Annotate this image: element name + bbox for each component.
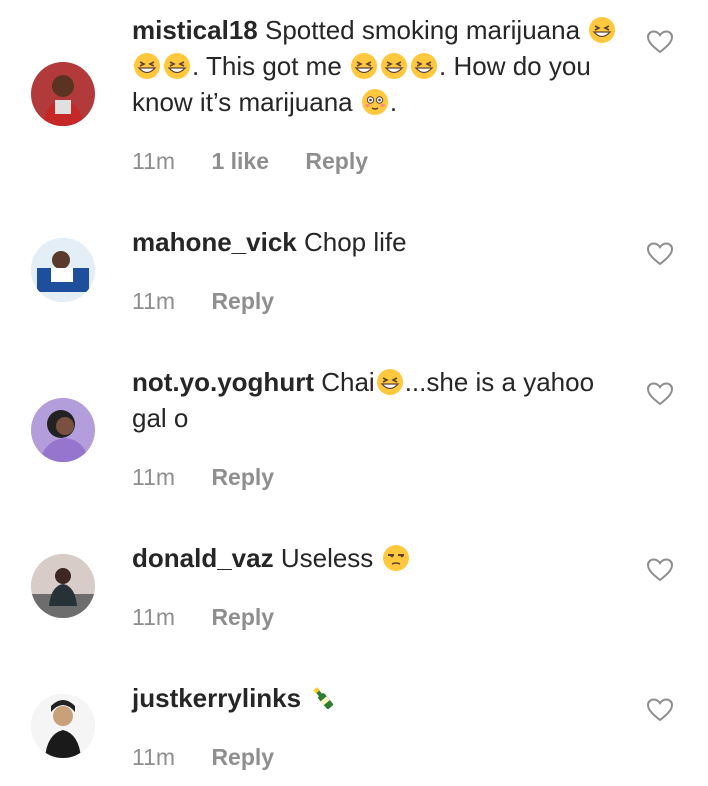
comment-time: 11m bbox=[132, 604, 176, 630]
comment-text: donald_vaz Useless bbox=[132, 540, 632, 576]
flushed-face-icon bbox=[361, 88, 389, 116]
comment-time: 11m bbox=[132, 744, 176, 770]
reply-button[interactable]: Reply bbox=[211, 288, 274, 314]
avatar[interactable] bbox=[31, 62, 95, 126]
champagne-bottle-icon bbox=[309, 684, 337, 712]
comment-body: Spotted smoking marijuana bbox=[264, 15, 588, 45]
comment-username[interactable]: mahone_vick bbox=[132, 227, 297, 257]
comment-meta: 11m Reply bbox=[132, 744, 274, 771]
unamused-face-icon bbox=[382, 544, 410, 572]
heart-outline-icon[interactable] bbox=[647, 382, 673, 406]
avatar[interactable] bbox=[31, 694, 95, 758]
comment-body: . This got me bbox=[192, 51, 350, 81]
heart-outline-icon[interactable] bbox=[647, 242, 673, 266]
reply-button[interactable]: Reply bbox=[305, 148, 368, 174]
heart-outline-icon[interactable] bbox=[647, 558, 673, 582]
reply-button[interactable]: Reply bbox=[211, 604, 274, 630]
grinning-squint-face-icon bbox=[350, 52, 378, 80]
comment-time: 11m bbox=[132, 288, 176, 314]
avatar[interactable] bbox=[31, 398, 95, 462]
comment-text: mahone_vick Chop life bbox=[132, 224, 632, 260]
grinning-squint-face-icon bbox=[133, 52, 161, 80]
comment-meta: 11m Reply bbox=[132, 464, 274, 491]
comment-username[interactable]: donald_vaz bbox=[132, 543, 274, 573]
comment-text: mistical18 Spotted smoking marijuana . T… bbox=[132, 12, 632, 120]
comment-username[interactable]: mistical18 bbox=[132, 15, 258, 45]
avatar[interactable] bbox=[31, 554, 95, 618]
comment-body: Chai bbox=[321, 367, 375, 397]
comment-meta: 11m Reply bbox=[132, 604, 274, 631]
grinning-squint-face-icon bbox=[376, 368, 404, 396]
grinning-squint-face-icon bbox=[163, 52, 191, 80]
like-count[interactable]: 1 like bbox=[211, 148, 269, 174]
heart-outline-icon[interactable] bbox=[647, 30, 673, 54]
comment-text: not.yo.yoghurt Chai ...she is a yahoo gal… bbox=[132, 364, 632, 436]
grinning-squint-face-icon bbox=[380, 52, 408, 80]
comment-username[interactable]: justkerrylinks bbox=[132, 683, 301, 713]
grinning-squint-face-icon bbox=[410, 52, 438, 80]
reply-button[interactable]: Reply bbox=[211, 744, 274, 770]
comment-time: 11m bbox=[132, 148, 176, 174]
comment-text: justkerrylinks bbox=[132, 680, 632, 716]
avatar[interactable] bbox=[31, 238, 95, 302]
comment-meta: 11m 1 like Reply bbox=[132, 148, 368, 175]
comment-meta: 11m Reply bbox=[132, 288, 274, 315]
grinning-squint-face-icon bbox=[588, 16, 616, 44]
reply-button[interactable]: Reply bbox=[211, 464, 274, 490]
comment-time: 11m bbox=[132, 464, 176, 490]
heart-outline-icon[interactable] bbox=[647, 698, 673, 722]
comment-body: Useless bbox=[280, 543, 374, 573]
comment-body: . bbox=[389, 87, 398, 117]
comment-username[interactable]: not.yo.yoghurt bbox=[132, 367, 314, 397]
comment-body: Chop life bbox=[303, 227, 407, 257]
